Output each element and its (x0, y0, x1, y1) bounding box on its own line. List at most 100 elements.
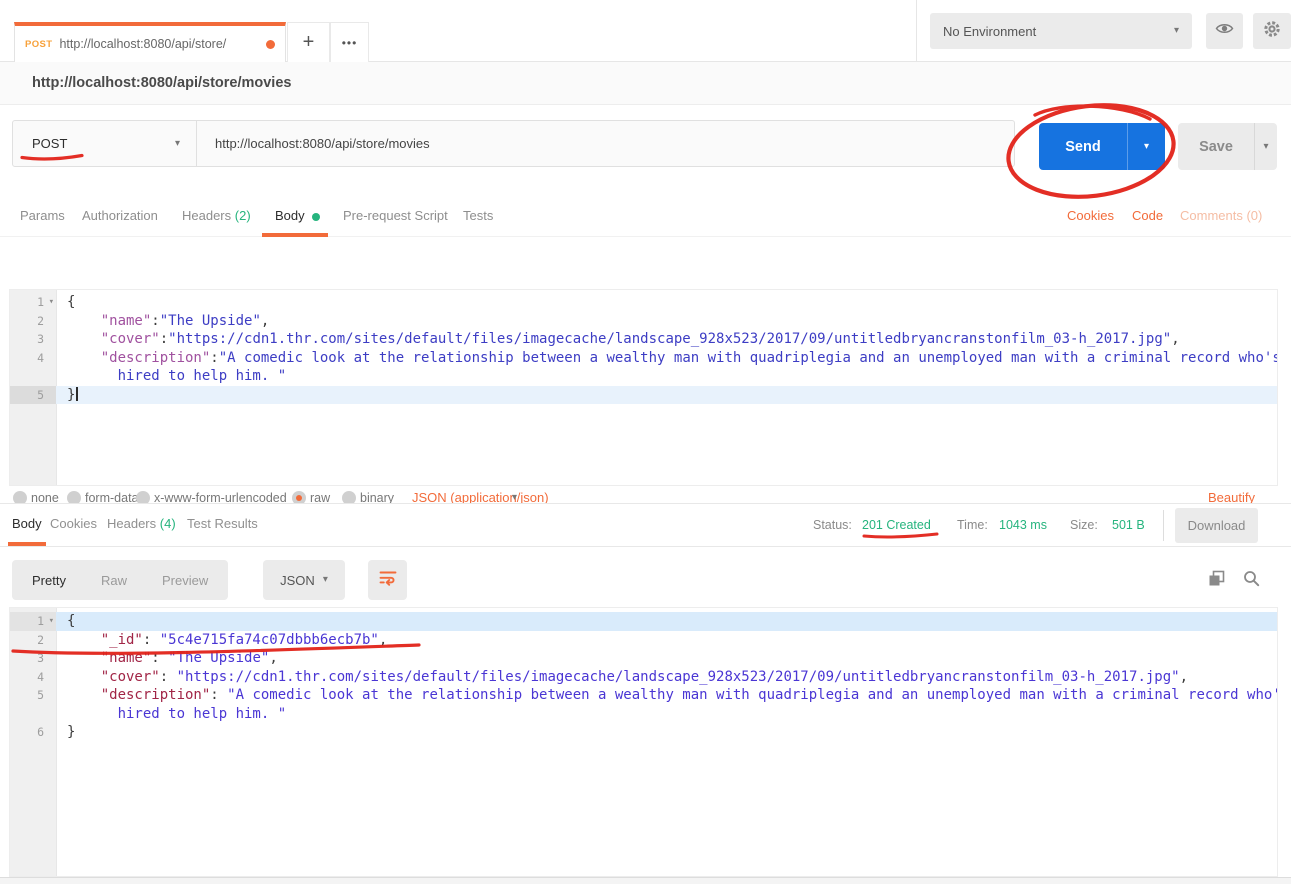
json-key: "cover" (67, 331, 160, 347)
time-label: Time: (957, 518, 988, 532)
json-value: hired to help him. " (67, 368, 286, 384)
code-line-wrap: hired to help him. " (10, 705, 1277, 724)
text-cursor (76, 387, 78, 401)
url-input[interactable] (197, 136, 1014, 151)
request-title: http://localhost:8080/api/store/movies (32, 75, 291, 91)
send-options-button[interactable]: ▾ (1127, 123, 1165, 170)
json-punctuation: : (151, 313, 159, 329)
body-filled-dot-icon (312, 213, 320, 221)
response-view-segmented: Pretty Raw Preview (12, 560, 228, 600)
fold-toggle-icon[interactable]: ▾ (49, 293, 54, 312)
code-line-active: 5 } (10, 386, 1277, 405)
json-key: "name" (67, 650, 151, 666)
environment-selector[interactable]: No Environment ▾ (930, 13, 1192, 49)
request-tab[interactable]: POST http://localhost:8080/api/store/ (14, 22, 286, 62)
json-punctuation: : (143, 632, 160, 648)
response-tab-cookies[interactable]: Cookies (50, 516, 97, 531)
copy-icon (1208, 574, 1225, 591)
save-options-button[interactable]: ▾ (1254, 123, 1277, 170)
tab-params[interactable]: Params (20, 208, 65, 223)
tab-overflow-button[interactable]: ••• (330, 22, 369, 62)
request-title-row: http://localhost:8080/api/store/movies (0, 62, 1291, 105)
json-key: "cover" (67, 669, 160, 685)
tab-method-label: POST (25, 39, 52, 50)
json-value: "https://cdn1.thr.com/sites/default/file… (168, 331, 1171, 347)
view-pretty[interactable]: Pretty (32, 573, 66, 588)
status-label: Status: (813, 518, 852, 532)
url-field-wrap (197, 121, 1014, 166)
chevron-down-icon: ▾ (175, 139, 180, 149)
search-response-button[interactable] (1243, 570, 1260, 592)
copy-response-button[interactable] (1208, 570, 1225, 592)
response-tab-test-results[interactable]: Test Results (187, 516, 258, 531)
method-label: POST (32, 136, 67, 151)
url-builder: POST ▾ (12, 120, 1015, 167)
line-number: 5 (10, 386, 56, 405)
response-body-viewer[interactable]: 1▾ { 2 "_id": "5c4e715fa74c07dbbb6ecb7b"… (9, 607, 1278, 877)
method-selector[interactable]: POST ▾ (13, 121, 197, 166)
json-punctuation: : (210, 350, 218, 366)
new-tab-button[interactable]: + (287, 22, 330, 62)
size-label: Size: (1070, 518, 1098, 532)
code-line: 4 "cover": "https://cdn1.thr.com/sites/d… (10, 668, 1277, 687)
unsaved-dot-icon (266, 40, 275, 49)
json-punctuation: } (67, 387, 75, 403)
request-body-editor[interactable]: 1▾ { 2 "name":"The Upside", 3 "cover":"h… (9, 289, 1278, 486)
json-punctuation: : (160, 331, 168, 347)
response-format-selector[interactable]: JSON ▾ (263, 560, 345, 600)
download-button[interactable]: Download (1175, 508, 1258, 543)
footer-strip (0, 877, 1291, 884)
chevron-down-icon: ▾ (323, 575, 328, 585)
code-line: 5 "description": "A comedic look at the … (10, 686, 1277, 705)
send-button[interactable]: Send (1039, 123, 1127, 170)
json-value: "A comedic look at the relationship betw… (219, 350, 1277, 366)
view-preview[interactable]: Preview (162, 573, 208, 588)
gear-icon (1263, 20, 1281, 43)
search-icon (1243, 574, 1260, 591)
fold-toggle-icon[interactable]: ▾ (49, 612, 54, 631)
active-tab-underline (8, 542, 46, 546)
tab-authorization[interactable]: Authorization (82, 208, 158, 223)
line-number: 1▾ (10, 293, 56, 312)
environment-quicklook-button[interactable] (1206, 13, 1243, 49)
json-value: hired to help him. " (67, 706, 286, 722)
line-number (10, 705, 56, 724)
code-line: 6 } (10, 723, 1277, 742)
divider (1163, 510, 1164, 541)
json-punctuation: { (67, 294, 75, 310)
headers-count-badge: (2) (235, 208, 251, 223)
chevron-down-icon: ▾ (1144, 142, 1149, 152)
json-value: "5c4e715fa74c07dbbb6ecb7b" (160, 632, 379, 648)
json-value: "The Upside" (168, 650, 269, 666)
code-line: 3 "cover":"https://cdn1.thr.com/sites/de… (10, 330, 1277, 349)
tab-tests[interactable]: Tests (463, 208, 493, 223)
cookies-link[interactable]: Cookies (1067, 208, 1114, 223)
tab-body[interactable]: Body (275, 208, 305, 223)
response-tab-body[interactable]: Body (12, 516, 42, 531)
line-number: 4 (10, 349, 56, 368)
code-link[interactable]: Code (1132, 208, 1163, 223)
save-button[interactable]: Save (1178, 123, 1254, 170)
line-number: 2 (10, 312, 56, 331)
save-button-group: Save ▾ (1178, 123, 1277, 170)
json-punctuation: , (1171, 331, 1179, 347)
json-punctuation: , (379, 632, 387, 648)
json-punctuation: , (269, 650, 277, 666)
line-number: 5 (10, 686, 56, 705)
tab-headers-label: Headers (182, 208, 231, 223)
code-line: 2 "name":"The Upside", (10, 312, 1277, 331)
line-number (10, 367, 56, 386)
tab-pre-request-script[interactable]: Pre-request Script (343, 208, 448, 223)
json-value: "A comedic look at the relationship betw… (227, 687, 1277, 703)
settings-button[interactable] (1253, 13, 1291, 49)
header-bar: POST http://localhost:8080/api/store/ + … (0, 0, 1291, 62)
chevron-down-icon[interactable]: ▾ (512, 493, 517, 503)
response-tab-headers[interactable]: Headers (4) (107, 516, 176, 531)
tab-headers[interactable]: Headers (2) (182, 208, 251, 223)
wrap-lines-button[interactable] (368, 560, 407, 600)
time-value: 1043 ms (999, 518, 1047, 532)
json-key: "description" (67, 350, 210, 366)
comments-link[interactable]: Comments (0) (1180, 208, 1262, 223)
view-raw[interactable]: Raw (101, 573, 127, 588)
json-key: "_id" (67, 632, 143, 648)
